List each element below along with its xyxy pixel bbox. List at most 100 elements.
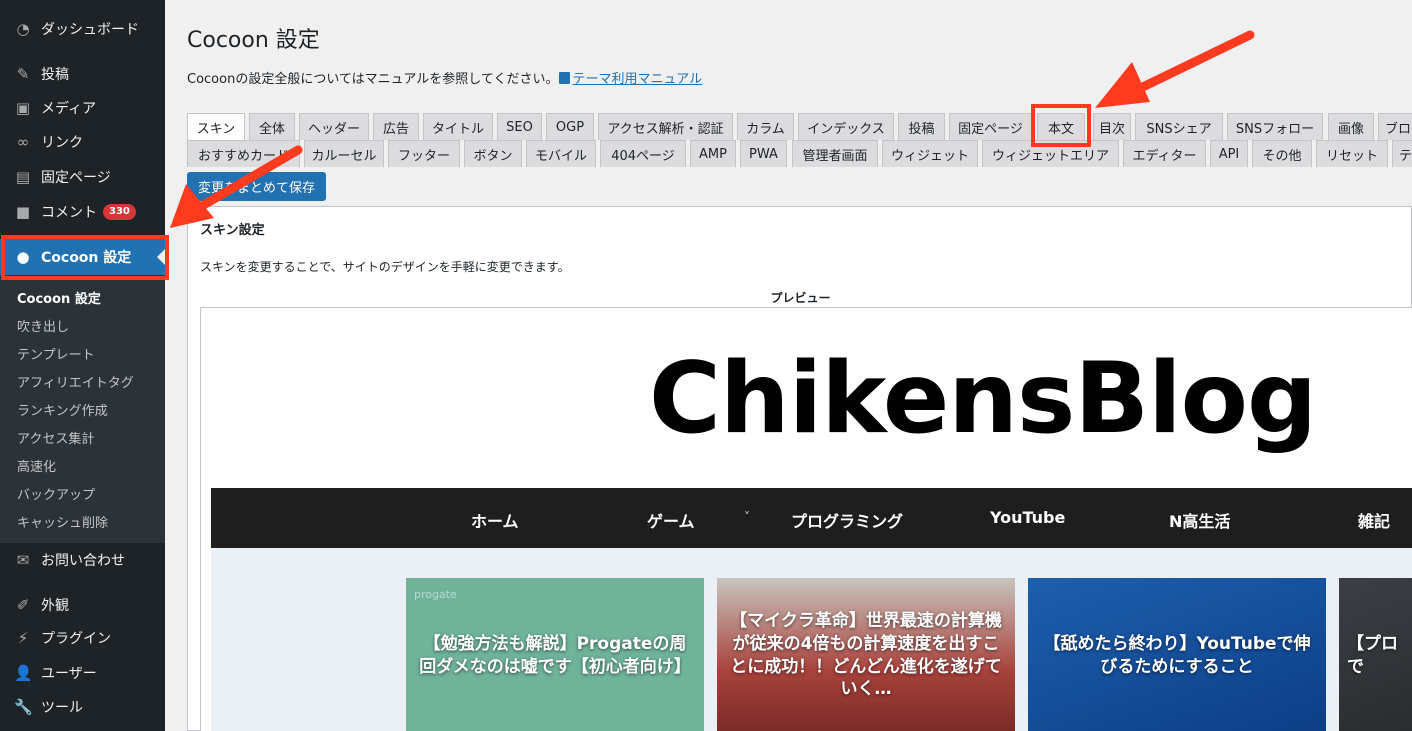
tab-pwa[interactable]: PWA xyxy=(740,140,787,167)
tab-button[interactable]: ボタン xyxy=(464,140,522,167)
submenu-item-access-stats[interactable]: アクセス集計 xyxy=(17,428,94,447)
tab-analytics-auth[interactable]: アクセス解析・認証 xyxy=(598,113,733,140)
tab-404-page[interactable]: 404ページ xyxy=(600,140,686,167)
post-card-title: 【マイクラ革命】世界最速の計算機が従来の4倍もの計算速度を出すことに成功！！どん… xyxy=(730,610,1002,700)
sidebar-item-label: お問い合わせ xyxy=(41,553,125,569)
plugin-icon: ⚡ xyxy=(17,629,29,647)
tab-seo[interactable]: SEO xyxy=(497,113,542,140)
tab-theme[interactable]: テ xyxy=(1392,140,1412,167)
post-card[interactable]: 【マイクラ革命】世界最速の計算機が従来の4倍もの計算速度を出すことに成功！！どん… xyxy=(717,578,1015,731)
blog-logo: ChikensBlog xyxy=(649,342,1317,456)
tab-footer[interactable]: フッター xyxy=(388,140,460,167)
sidebar-item-media[interactable]: ▣ メディア xyxy=(0,91,165,125)
admin-sidebar: ◔ ダッシュボード ✎ 投稿 ▣ メディア ∞ リンク ▤ 固定ページ ■ コメ… xyxy=(0,0,165,731)
submenu-item-cocoon-settings[interactable]: Cocoon 設定 xyxy=(17,288,101,307)
tab-other[interactable]: その他 xyxy=(1252,140,1312,167)
sidebar-item-label: コメント xyxy=(41,205,97,221)
sidebar-item-contact[interactable]: ✉ お問い合わせ xyxy=(0,543,165,577)
manual-link-label: テーマ利用マニュアル xyxy=(572,72,703,87)
tab-ogp[interactable]: OGP xyxy=(546,113,594,140)
brush-icon: ✐ xyxy=(16,596,30,614)
tab-column[interactable]: カラム xyxy=(737,113,794,140)
nav-item-misc[interactable]: 雑記 xyxy=(1358,508,1390,532)
sidebar-item-plugins[interactable]: ⚡ プラグイン xyxy=(0,621,165,655)
sidebar-item-label: 投稿 xyxy=(41,67,69,83)
tab-carousel[interactable]: カルーセル xyxy=(304,140,384,167)
comment-icon: ■ xyxy=(15,203,31,221)
post-card[interactable]: 【舐めたら終わり】YouTubeで伸びるためにすること xyxy=(1028,578,1326,731)
highlight-box-body-tab xyxy=(1031,104,1091,147)
cocoon-submenu: Cocoon 設定 吹き出し テンプレート アフィリエイトタグ ランキング作成 … xyxy=(0,275,165,543)
tab-title[interactable]: タイトル xyxy=(423,113,493,140)
submenu-item-affiliate-tag[interactable]: アフィリエイトタグ xyxy=(17,372,134,391)
tab-widget[interactable]: ウィジェット xyxy=(882,140,978,167)
tab-editor[interactable]: エディター xyxy=(1123,140,1206,167)
submenu-item-clear-cache[interactable]: キャッシュ削除 xyxy=(17,512,108,531)
manual-link[interactable]: テーマ利用マニュアル xyxy=(558,72,703,87)
tab-sns-follow[interactable]: SNSフォロー xyxy=(1227,113,1323,140)
sidebar-item-label: リンク xyxy=(41,135,83,151)
sidebar-item-label: メディア xyxy=(41,101,97,117)
dashboard-icon: ◔ xyxy=(16,20,30,38)
sidebar-item-comments[interactable]: ■ コメント 330 xyxy=(0,195,165,229)
tab-recommended-cards[interactable]: おすすめカード xyxy=(187,140,300,167)
post-card[interactable]: progate 【勉強方法も解説】Progateの周回ダメなのは嘘です【初心者向… xyxy=(406,578,704,731)
tab-reset[interactable]: リセット xyxy=(1316,140,1388,167)
post-card-title: 【プロ で xyxy=(1347,633,1398,677)
sidebar-item-label: 固定ページ xyxy=(41,170,111,186)
tab-amp[interactable]: AMP xyxy=(690,140,736,167)
intro-message: Cocoonの設定全般についてはマニュアルを参照してください。 xyxy=(187,72,559,87)
submenu-item-speech-balloon[interactable]: 吹き出し xyxy=(17,316,69,335)
preview-label: プレビュー xyxy=(770,291,831,305)
sidebar-item-links[interactable]: ∞ リンク xyxy=(0,125,165,159)
tab-header[interactable]: ヘッダー xyxy=(299,113,369,140)
tab-post[interactable]: 投稿 xyxy=(898,113,945,140)
tab-skin[interactable]: スキン xyxy=(187,113,245,140)
preview-site: ChikensBlog ホーム ゲーム ˅ プログラミング YouTube N高… xyxy=(211,318,1412,731)
nav-item-n-high-life[interactable]: N高生活 xyxy=(1169,508,1230,532)
sidebar-item-label: ユーザー xyxy=(41,666,97,682)
submenu-item-template[interactable]: テンプレート xyxy=(17,344,95,363)
media-icon: ▣ xyxy=(15,99,31,117)
post-card[interactable]: 【プロ で xyxy=(1339,578,1412,731)
sidebar-item-users[interactable]: 👤 ユーザー xyxy=(0,656,165,690)
blog-nav-bar: ホーム ゲーム ˅ プログラミング YouTube N高生活 雑記 xyxy=(211,488,1412,548)
page-title: Cocoon 設定 xyxy=(187,28,320,53)
link-icon: ∞ xyxy=(16,133,30,151)
tab-general[interactable]: 全体 xyxy=(249,113,295,140)
chevron-down-icon: ˅ xyxy=(744,510,750,524)
tab-ads[interactable]: 広告 xyxy=(373,113,419,140)
mail-icon: ✉ xyxy=(16,551,30,569)
tab-fixed-page[interactable]: 固定ページ xyxy=(949,113,1032,140)
progate-logo: progate xyxy=(414,588,457,601)
skin-preview-frame: ChikensBlog ホーム ゲーム ˅ プログラミング YouTube N高… xyxy=(200,307,1412,731)
panel-description: スキンを変更することで、サイトのデザインを手軽に変更できます。 xyxy=(200,260,570,274)
sidebar-item-appearance[interactable]: ✐ 外観 xyxy=(0,588,165,622)
sidebar-item-pages[interactable]: ▤ 固定ページ xyxy=(0,160,165,194)
nav-item-game[interactable]: ゲーム xyxy=(647,508,695,532)
nav-item-home[interactable]: ホーム xyxy=(471,508,519,532)
post-card-title: 【勉強方法も解説】Progateの周回ダメなのは嘘です【初心者向け】 xyxy=(419,633,691,677)
book-icon xyxy=(558,72,570,84)
submenu-item-ranking[interactable]: ランキング作成 xyxy=(17,400,108,419)
nav-item-programming[interactable]: プログラミング xyxy=(791,508,903,532)
tab-mobile[interactable]: モバイル xyxy=(526,140,596,167)
sidebar-item-dashboard[interactable]: ◔ ダッシュボード xyxy=(0,12,165,46)
tab-api[interactable]: API xyxy=(1210,140,1248,167)
tab-block-editor[interactable]: ブロ xyxy=(1378,113,1412,140)
nav-item-youtube[interactable]: YouTube xyxy=(990,508,1065,527)
main-content: Cocoon 設定 Cocoonの設定全般についてはマニュアルを参照してください… xyxy=(165,0,1412,731)
submenu-item-speedup[interactable]: 高速化 xyxy=(17,456,56,475)
tab-index[interactable]: インデックス xyxy=(798,113,894,140)
submenu-item-backup[interactable]: バックアップ xyxy=(17,484,95,503)
tab-image[interactable]: 画像 xyxy=(1328,113,1374,140)
sidebar-item-tools[interactable]: 🔧 ツール xyxy=(0,690,165,724)
tab-toc[interactable]: 目次 xyxy=(1093,113,1131,140)
tab-admin-screen[interactable]: 管理者画面 xyxy=(792,140,878,167)
sidebar-item-posts[interactable]: ✎ 投稿 xyxy=(0,57,165,91)
save-all-button[interactable]: 変更をまとめて保存 xyxy=(187,172,326,201)
tab-sns-share[interactable]: SNSシェア xyxy=(1135,113,1223,140)
sidebar-item-label: ツール xyxy=(41,700,83,716)
skin-settings-panel: スキン設定 スキンを変更することで、サイトのデザインを手軽に変更できます。 プレ… xyxy=(187,206,1412,731)
post-cards-area: progate 【勉強方法も解説】Progateの周回ダメなのは嘘です【初心者向… xyxy=(211,548,1412,731)
